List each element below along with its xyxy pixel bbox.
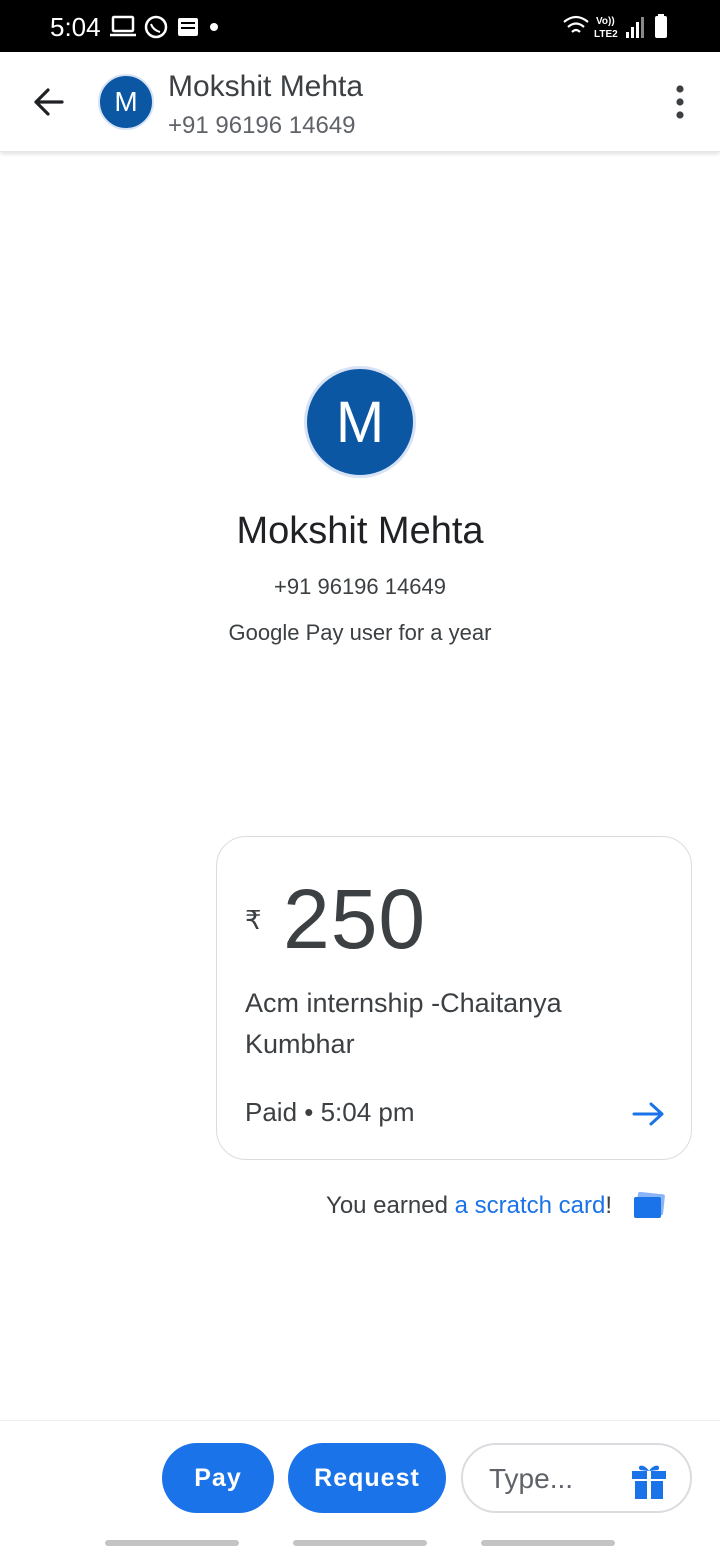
app-bar: M Mokshit Mehta +91 96196 14649 <box>0 52 720 152</box>
whatsapp-icon <box>144 15 168 39</box>
system-nav-bar <box>0 1540 720 1550</box>
nav-home-indicator[interactable] <box>293 1540 427 1546</box>
message-input[interactable]: Type... <box>461 1443 692 1513</box>
profile-tenure: Google Pay user for a year <box>228 620 492 645</box>
bottom-action-bar: Pay Request Type... <box>0 1420 720 1560</box>
dot-icon <box>210 23 218 31</box>
payment-status: Paid • 5:04 pm <box>245 1097 415 1127</box>
avatar[interactable]: M <box>98 74 154 130</box>
laptop-icon <box>110 15 136 37</box>
signal-icon <box>626 17 644 38</box>
more-options-icon[interactable] <box>664 82 696 122</box>
payment-card[interactable]: ₹ 250 Acm internship -Chaitanya Kumbhar … <box>216 836 692 1160</box>
message-placeholder: Type... <box>489 1463 574 1494</box>
volte-icon: Vo)) LTE2 <box>594 16 618 40</box>
battery-icon <box>655 14 667 38</box>
reward-prefix: You earned <box>326 1192 455 1219</box>
reward-suffix: ! <box>605 1192 612 1219</box>
status-time: 5:04 <box>50 12 101 42</box>
profile-avatar-letter: M <box>335 389 385 455</box>
news-icon <box>178 18 198 36</box>
payment-note: Acm internship -Chaitanya Kumbhar <box>245 988 562 1059</box>
lte-label: LTE2 <box>594 29 618 40</box>
currency-symbol: ₹ <box>245 905 262 935</box>
reward-message: You earned a scratch card ! <box>326 1190 666 1222</box>
status-notification-icons <box>110 15 218 39</box>
request-button[interactable]: Request <box>288 1443 446 1513</box>
profile-name: Mokshit Mehta <box>236 510 484 552</box>
status-bar: 5:04 Vo)) LTE2 <box>0 0 720 52</box>
contact-name[interactable]: Mokshit Mehta <box>168 70 363 104</box>
status-system-icons: Vo)) LTE2 <box>563 14 667 40</box>
profile-avatar: M <box>304 366 416 478</box>
nav-recent-indicator[interactable] <box>105 1540 239 1546</box>
nav-back-indicator[interactable] <box>481 1540 615 1546</box>
profile-phone: +91 96196 14649 <box>274 574 446 599</box>
wifi-icon <box>563 15 589 33</box>
scratch-card-link[interactable]: a scratch card <box>455 1192 606 1220</box>
pay-button[interactable]: Pay <box>162 1443 274 1513</box>
gift-icon[interactable] <box>628 1459 670 1501</box>
scratch-card-icon[interactable] <box>632 1192 666 1220</box>
volte-label: Vo)) <box>596 16 615 27</box>
avatar-letter: M <box>114 86 138 117</box>
payment-amount: 250 <box>283 872 427 966</box>
contact-phone: +91 96196 14649 <box>168 112 356 139</box>
arrow-right-icon[interactable] <box>631 1099 667 1129</box>
back-arrow-icon[interactable] <box>22 80 78 124</box>
